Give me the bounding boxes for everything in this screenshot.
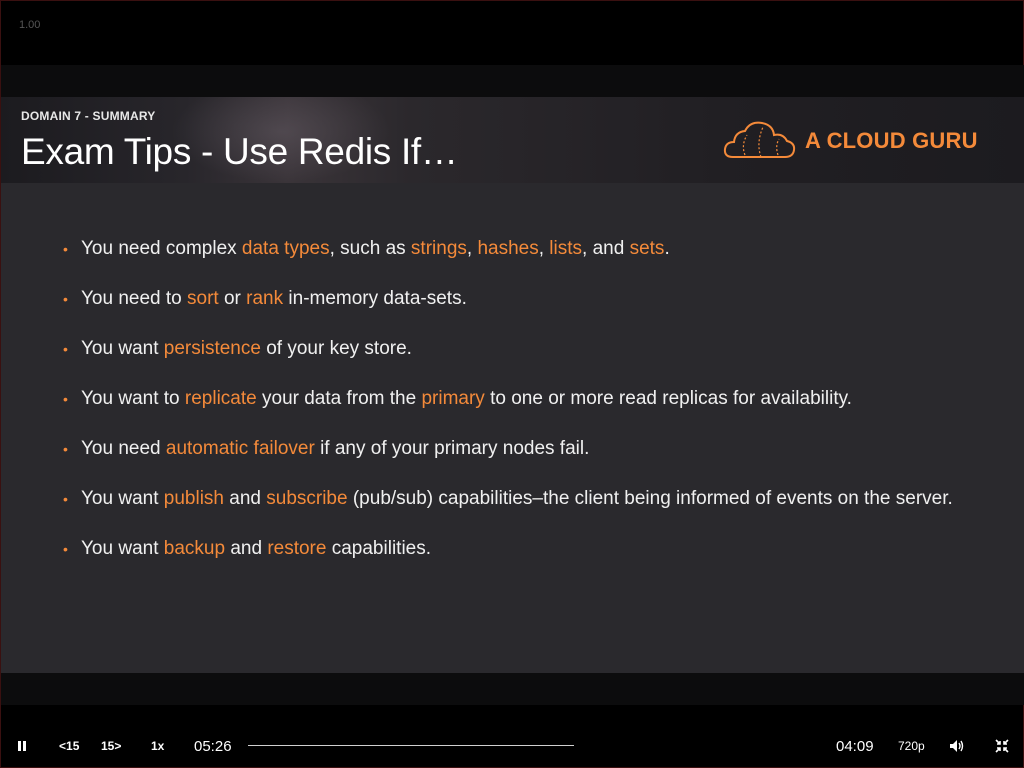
slide-eyebrow: DOMAIN 7 - SUMMARY <box>21 109 156 123</box>
bullet-text: You need to <box>81 288 188 309</box>
bullet-dot-icon: • <box>63 241 68 257</box>
highlighted-term: persistence <box>163 338 261 359</box>
player-controls: < 15 15 > 1x 05:26 04:09 720p <box>1 723 1024 768</box>
forward-label: 15 <box>101 739 115 753</box>
highlighted-term: backup <box>163 538 226 559</box>
bullet-text: in-memory data-sets. <box>283 288 467 309</box>
quality-label: 720p <box>898 739 925 753</box>
bullet-text: You want <box>81 538 164 559</box>
bullet-text: and <box>223 488 267 509</box>
bullet-text: , and <box>582 238 630 259</box>
slide-header: DOMAIN 7 - SUMMARY Exam Tips - Use Redis… <box>1 97 1024 183</box>
highlighted-term: sort <box>187 288 219 309</box>
cloud-logo-icon <box>723 121 796 158</box>
rewind-label: 15 <box>66 739 80 753</box>
bullet-item: • You need complex data types, such as st… <box>63 237 963 261</box>
current-time: 05:26 <box>194 723 232 768</box>
highlighted-term: replicate <box>184 388 257 409</box>
bullet-list: • You need complex data types, such as st… <box>63 237 963 587</box>
bullet-text: and <box>225 538 268 559</box>
rewind-icon: < <box>59 739 67 753</box>
volume-button[interactable] <box>949 723 965 768</box>
bullet-text: of your key store. <box>260 338 412 359</box>
quality-button[interactable]: 720p <box>898 723 925 768</box>
highlighted-term: rank <box>246 288 284 309</box>
pause-icon <box>18 741 26 751</box>
highlighted-term: strings <box>410 238 467 259</box>
speed-label: 1x <box>151 739 165 753</box>
video-player[interactable]: 1.00 DOMAIN 7 - SUMMARY Exam Tips - Use … <box>0 0 1024 768</box>
bullet-dot-icon: • <box>63 541 68 557</box>
bullet-text: You need <box>81 438 166 459</box>
exit-fullscreen-button[interactable] <box>995 723 1009 768</box>
bullet-dot-icon: • <box>63 341 68 357</box>
bullet-item: • You want backup and restore capabilitie… <box>63 537 963 561</box>
a-cloud-guru-logo: A CLOUD GURU <box>723 119 978 163</box>
bullet-text: You want <box>81 488 164 509</box>
remaining-time-label: 04:09 <box>836 737 874 755</box>
highlighted-term: data types <box>241 238 330 259</box>
remaining-time: 04:09 <box>836 723 874 768</box>
rewind-15-button[interactable]: < 15 <box>59 723 79 768</box>
bullet-text: your data from the <box>256 388 422 409</box>
exit-fullscreen-icon <box>995 739 1009 753</box>
highlighted-term: publish <box>163 488 224 509</box>
highlighted-term: primary <box>421 388 485 409</box>
bullet-dot-icon: • <box>63 391 68 407</box>
bullet-text: You want to <box>81 388 185 409</box>
pause-button[interactable] <box>15 723 29 768</box>
bullet-item: • You want persistence of your key store. <box>63 337 963 361</box>
bullet-dot-icon: • <box>63 291 68 307</box>
bullet-text: , <box>538 238 550 259</box>
highlighted-term: lists <box>549 238 583 259</box>
bullet-text: if any of your primary nodes fail. <box>314 438 590 459</box>
bullet-text: (pub/sub) capabilities–the client being … <box>347 488 953 509</box>
bullet-item: • You want publish and subscribe (pub/sub… <box>63 487 963 511</box>
logo-text: A CLOUD GURU <box>805 128 978 153</box>
bullet-text: You need complex <box>81 238 242 259</box>
slide-title: Exam Tips - Use Redis If… <box>21 131 458 172</box>
bullet-text: You want <box>81 338 164 359</box>
bullet-item: • You need to sort or rank in-memory data… <box>63 287 963 311</box>
bullet-text: , <box>466 238 478 259</box>
progress-bar[interactable] <box>248 745 574 746</box>
version-label: 1.00 <box>19 19 41 31</box>
video-area[interactable]: DOMAIN 7 - SUMMARY Exam Tips - Use Redis… <box>1 65 1024 705</box>
playback-speed-button[interactable]: 1x <box>151 723 164 768</box>
bullet-item: • You need automatic failover if any of y… <box>63 437 963 461</box>
bullet-dot-icon: • <box>63 441 68 457</box>
bullet-item: • You want to replicate your data from th… <box>63 387 963 411</box>
forward-icon: > <box>114 739 122 753</box>
bullet-text: capabilities. <box>326 538 432 559</box>
slide: DOMAIN 7 - SUMMARY Exam Tips - Use Redis… <box>1 97 1024 673</box>
bullet-text: . <box>664 238 670 259</box>
highlighted-term: sets <box>629 238 665 259</box>
highlighted-term: automatic failover <box>165 438 315 459</box>
volume-icon <box>950 740 964 752</box>
bullet-text: or <box>218 288 247 309</box>
bullet-dot-icon: • <box>63 491 68 507</box>
highlighted-term: hashes <box>477 238 539 259</box>
forward-15-button[interactable]: 15 > <box>101 723 121 768</box>
highlighted-term: subscribe <box>266 488 348 509</box>
bullet-text: , such as <box>329 238 411 259</box>
highlighted-term: restore <box>267 538 327 559</box>
bullet-text: to one or more read replicas for availab… <box>484 388 852 409</box>
current-time-label: 05:26 <box>194 737 232 755</box>
